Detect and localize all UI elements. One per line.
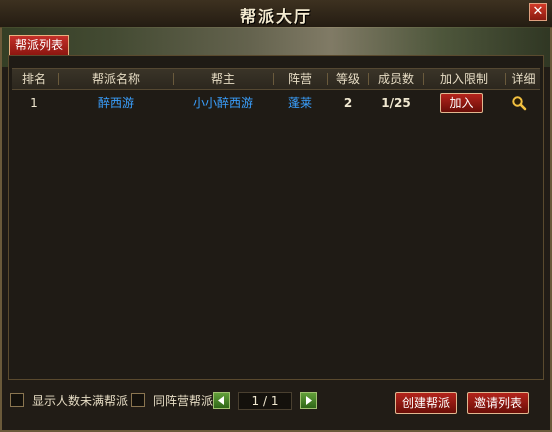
header-level[interactable]: 等级 xyxy=(329,69,367,89)
header-rank[interactable]: 排名 xyxy=(12,69,56,89)
header-members[interactable]: 成员数 xyxy=(370,69,422,89)
arrow-left-icon xyxy=(218,396,224,405)
header-divider xyxy=(327,73,328,85)
not-full-label: 显示人数未满帮派 xyxy=(32,394,129,408)
row-members: 1/25 xyxy=(381,96,411,110)
header-divider xyxy=(173,73,174,85)
header-divider xyxy=(58,73,59,85)
arrow-right-icon xyxy=(306,396,312,405)
row-leader[interactable]: 小小醉西游 xyxy=(175,92,271,114)
window-title: 帮派大厅 xyxy=(239,7,312,26)
guild-list-panel: 排名 帮派名称 帮主 阵营 等级 成员数 加入限制 详细 1 醉西游 小小醉西游… xyxy=(8,55,544,380)
header-divider xyxy=(273,73,274,85)
row-rank: 1 xyxy=(30,96,38,110)
same-camp-label: 同阵营帮派 xyxy=(153,394,214,408)
magnifier-icon[interactable] xyxy=(511,95,527,111)
same-camp-checkbox[interactable] xyxy=(131,393,145,407)
invite-list-button[interactable]: 邀请列表 xyxy=(467,392,529,414)
header-guild-name[interactable]: 帮派名称 xyxy=(60,69,172,89)
row-camp: 蓬莱 xyxy=(287,96,312,110)
prev-page-button[interactable] xyxy=(213,392,230,409)
next-page-button[interactable] xyxy=(300,392,317,409)
header-divider xyxy=(505,73,506,85)
header-divider xyxy=(368,73,369,85)
table-header: 排名 帮派名称 帮主 阵营 等级 成员数 加入限制 详细 xyxy=(12,68,540,90)
header-leader[interactable]: 帮主 xyxy=(175,69,271,89)
row-guild-name[interactable]: 醉西游 xyxy=(60,92,172,114)
header-detail[interactable]: 详细 xyxy=(507,69,540,89)
join-button[interactable]: 加入 xyxy=(440,93,483,113)
header-join-limit[interactable]: 加入限制 xyxy=(425,69,503,89)
row-level: 2 xyxy=(343,96,353,110)
close-button[interactable]: ✕ xyxy=(529,3,547,21)
header-divider xyxy=(423,73,424,85)
create-guild-button[interactable]: 创建帮派 xyxy=(395,392,457,414)
not-full-checkbox[interactable] xyxy=(10,393,24,407)
title-bar: 帮派大厅 ✕ xyxy=(0,0,552,28)
header-camp[interactable]: 阵营 xyxy=(275,69,325,89)
page-indicator: 1 / 1 xyxy=(238,392,292,410)
tab-guild-list[interactable]: 帮派列表 xyxy=(9,35,70,55)
